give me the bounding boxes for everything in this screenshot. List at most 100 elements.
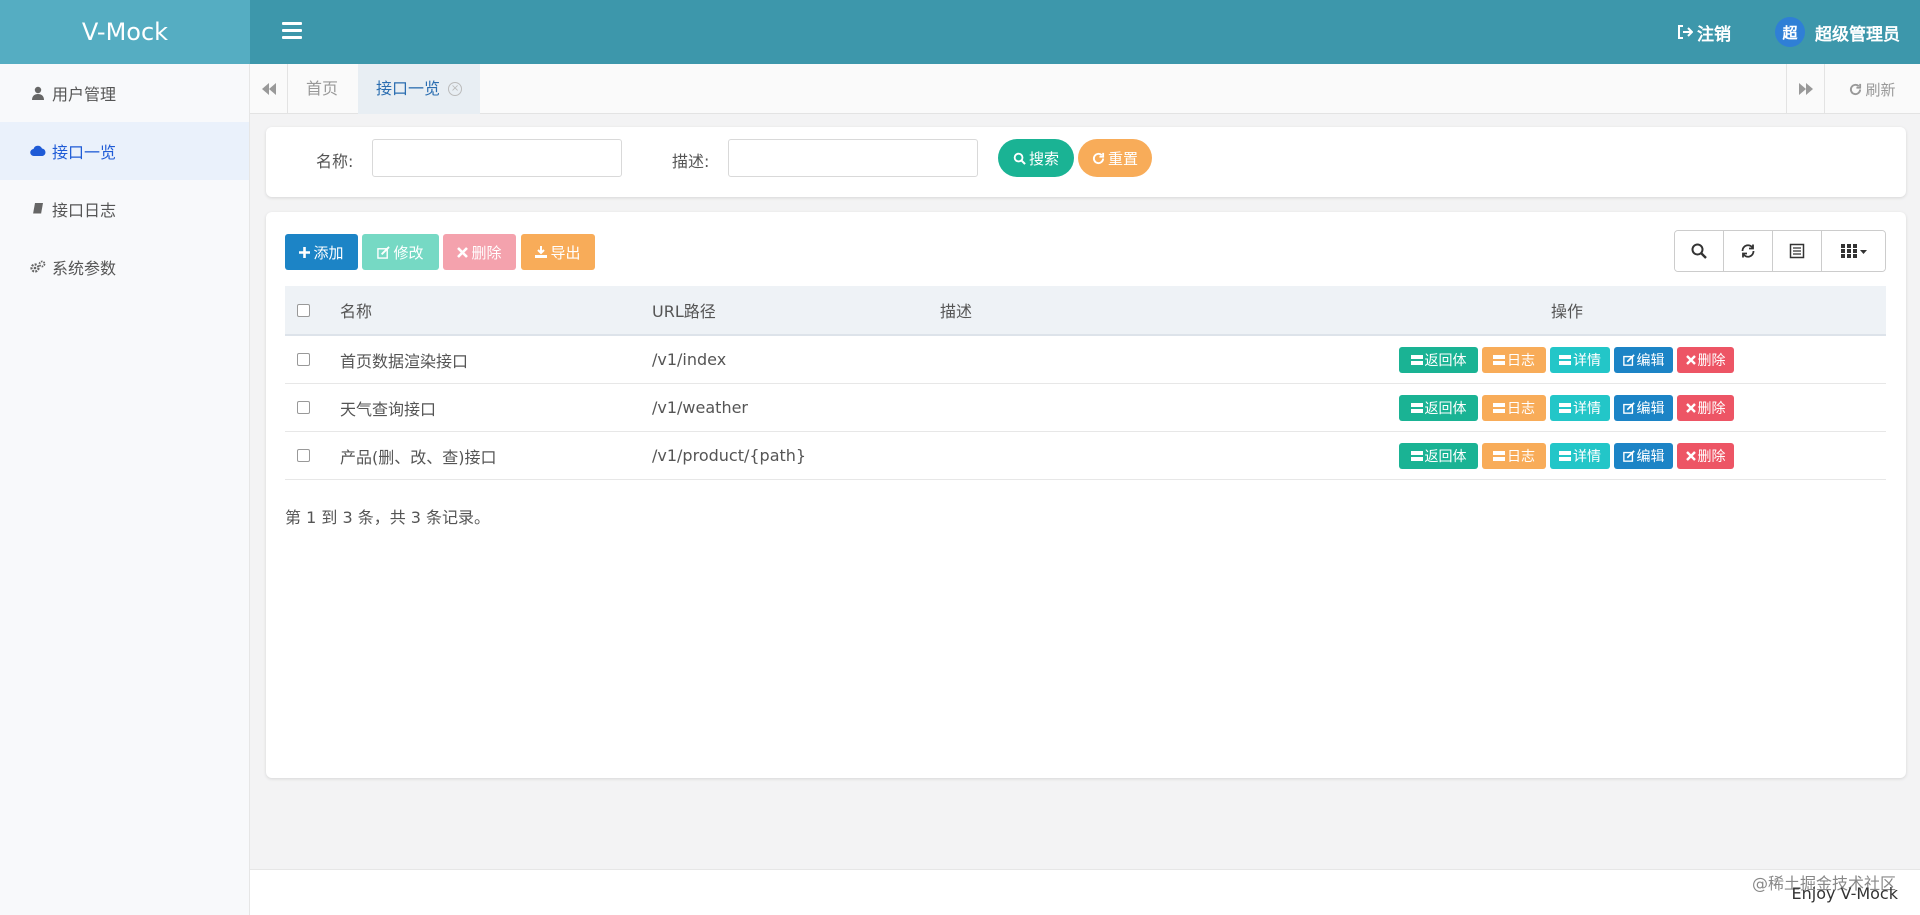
row-url: /v1/product/{path} — [652, 446, 807, 465]
server-icon — [1410, 354, 1423, 365]
row-name: 首页数据渲染接口 — [340, 351, 469, 371]
server-icon — [1493, 450, 1505, 461]
sidebar-item-label: 接口一览 — [52, 143, 117, 162]
add-button[interactable]: 添加 — [285, 234, 358, 270]
sidebar: 用户管理 接口一览 接口日志 系统参数 — [0, 64, 250, 915]
select-all-cell — [297, 286, 310, 334]
sidebar-item-api-list[interactable]: 接口一览 — [0, 122, 249, 180]
edit-icon — [377, 245, 391, 259]
tab-refresh-button[interactable]: 刷新 — [1824, 64, 1920, 114]
forward-icon — [1798, 83, 1813, 95]
top-header: V-Mock 注销 超 超级管理员 — [0, 0, 1920, 64]
detail-button[interactable]: 详情 — [1550, 394, 1610, 421]
api-table: 名称 URL路径 描述 操作 首页数据渲染接口 /v1/index 返回体 日志 — [285, 286, 1886, 480]
delete-label: 删除 — [471, 243, 502, 262]
table-refresh-button[interactable] — [1724, 231, 1773, 271]
tab-scroll-left-button[interactable] — [250, 64, 288, 114]
response-body-button[interactable]: 返回体 — [1399, 346, 1478, 373]
table-row[interactable]: 首页数据渲染接口 /v1/index 返回体 日志 详情 编辑 删除 — [285, 336, 1886, 384]
edit-label: 修改 — [393, 243, 424, 262]
tab-label: 接口一览 — [376, 79, 441, 98]
refresh-icon — [1092, 152, 1105, 164]
tab-api-list[interactable]: 接口一览 × — [358, 64, 481, 114]
row-edit-button[interactable]: 编辑 — [1614, 346, 1673, 373]
row-name: 产品(删、改、查)接口 — [340, 447, 497, 467]
cloud-icon — [30, 143, 46, 159]
reset-label: 重置 — [1107, 149, 1138, 168]
pagination-info: 第 1 到 3 条，共 3 条记录。 — [285, 508, 491, 527]
logout-button[interactable]: 注销 — [1677, 20, 1731, 45]
row-actions: 返回体 日志 详情 编辑 删除 — [1399, 384, 1738, 431]
row-edit-button[interactable]: 编辑 — [1614, 394, 1673, 421]
list-alt-icon — [1789, 243, 1805, 259]
row-checkbox[interactable] — [297, 353, 310, 366]
row-actions: 返回体 日志 详情 编辑 删除 — [1399, 432, 1738, 479]
columns-dropdown-button[interactable] — [1822, 231, 1885, 271]
server-icon — [1493, 354, 1505, 365]
user-icon — [30, 85, 46, 101]
detail-button[interactable]: 详情 — [1550, 442, 1610, 469]
row-checkbox[interactable] — [297, 401, 310, 414]
sidebar-item-label: 系统参数 — [52, 259, 117, 278]
logout-label: 注销 — [1697, 24, 1731, 45]
search-icon — [1691, 243, 1707, 259]
avatar[interactable]: 超 — [1775, 17, 1805, 47]
plus-icon — [299, 246, 311, 258]
delete-button[interactable]: 删除 — [443, 234, 516, 270]
row-url: /v1/index — [652, 350, 727, 369]
close-icon[interactable]: × — [448, 82, 463, 96]
row-delete-button[interactable]: 删除 — [1677, 442, 1734, 469]
server-icon — [1559, 402, 1571, 413]
column-header-name[interactable]: 名称 — [340, 286, 372, 334]
user-name[interactable]: 超级管理员 — [1815, 20, 1900, 45]
response-body-button[interactable]: 返回体 — [1399, 442, 1478, 469]
server-icon — [1410, 450, 1423, 461]
main-panel: 添加 修改 删除 导出 名称 URL路径 描述 操作 首页数据渲染接口 /v1/… — [266, 212, 1906, 778]
table-row[interactable]: 天气查询接口 /v1/weather 返回体 日志 详情 编辑 删除 — [285, 384, 1886, 432]
tab-home[interactable]: 首页 — [288, 64, 356, 114]
log-button[interactable]: 日志 — [1482, 442, 1546, 469]
search-panel: 名称: 描述: 搜索 重置 — [266, 127, 1906, 197]
response-body-button[interactable]: 返回体 — [1399, 394, 1478, 421]
row-actions: 返回体 日志 详情 编辑 删除 — [1399, 336, 1738, 383]
times-icon — [1685, 450, 1696, 461]
book-icon — [30, 201, 46, 217]
search-label: 搜索 — [1028, 149, 1059, 168]
select-all-checkbox[interactable] — [297, 303, 310, 317]
log-button[interactable]: 日志 — [1482, 346, 1546, 373]
reset-button[interactable]: 重置 — [1078, 139, 1152, 177]
table-toolbar — [1674, 230, 1886, 272]
gears-icon — [30, 259, 46, 275]
table-row[interactable]: 产品(删、改、查)接口 /v1/product/{path} 返回体 日志 详情 — [285, 432, 1886, 480]
sidebar-item-label: 接口日志 — [52, 201, 117, 220]
toggle-view-button[interactable] — [1773, 231, 1822, 271]
export-label: 导出 — [550, 243, 581, 262]
name-label: 名称: — [316, 152, 354, 171]
sidebar-item-user-management[interactable]: 用户管理 — [0, 64, 249, 122]
tab-scroll-right-button[interactable] — [1786, 64, 1824, 114]
column-header-url[interactable]: URL路径 — [652, 286, 716, 334]
export-button[interactable]: 导出 — [521, 234, 595, 270]
log-button[interactable]: 日志 — [1482, 394, 1546, 421]
brand-logo[interactable]: V-Mock — [0, 0, 250, 64]
search-button[interactable]: 搜索 — [998, 139, 1074, 177]
column-header-desc[interactable]: 描述 — [940, 286, 972, 334]
desc-input[interactable] — [728, 139, 978, 177]
name-input[interactable] — [372, 139, 622, 177]
table-search-button[interactable] — [1675, 231, 1724, 271]
times-icon — [457, 246, 469, 258]
server-icon — [1493, 402, 1505, 413]
sidebar-item-system-params[interactable]: 系统参数 — [0, 238, 249, 296]
menu-toggle-icon[interactable] — [282, 22, 302, 42]
times-icon — [1685, 402, 1696, 413]
row-checkbox[interactable] — [297, 449, 310, 462]
row-delete-button[interactable]: 删除 — [1677, 346, 1734, 373]
sidebar-item-api-log[interactable]: 接口日志 — [0, 180, 249, 238]
row-delete-button[interactable]: 删除 — [1677, 394, 1734, 421]
edit-icon — [1622, 449, 1635, 462]
times-icon — [1685, 354, 1696, 365]
edit-button[interactable]: 修改 — [362, 234, 439, 270]
detail-button[interactable]: 详情 — [1550, 346, 1610, 373]
refresh-icon — [1850, 83, 1862, 95]
row-edit-button[interactable]: 编辑 — [1614, 442, 1673, 469]
